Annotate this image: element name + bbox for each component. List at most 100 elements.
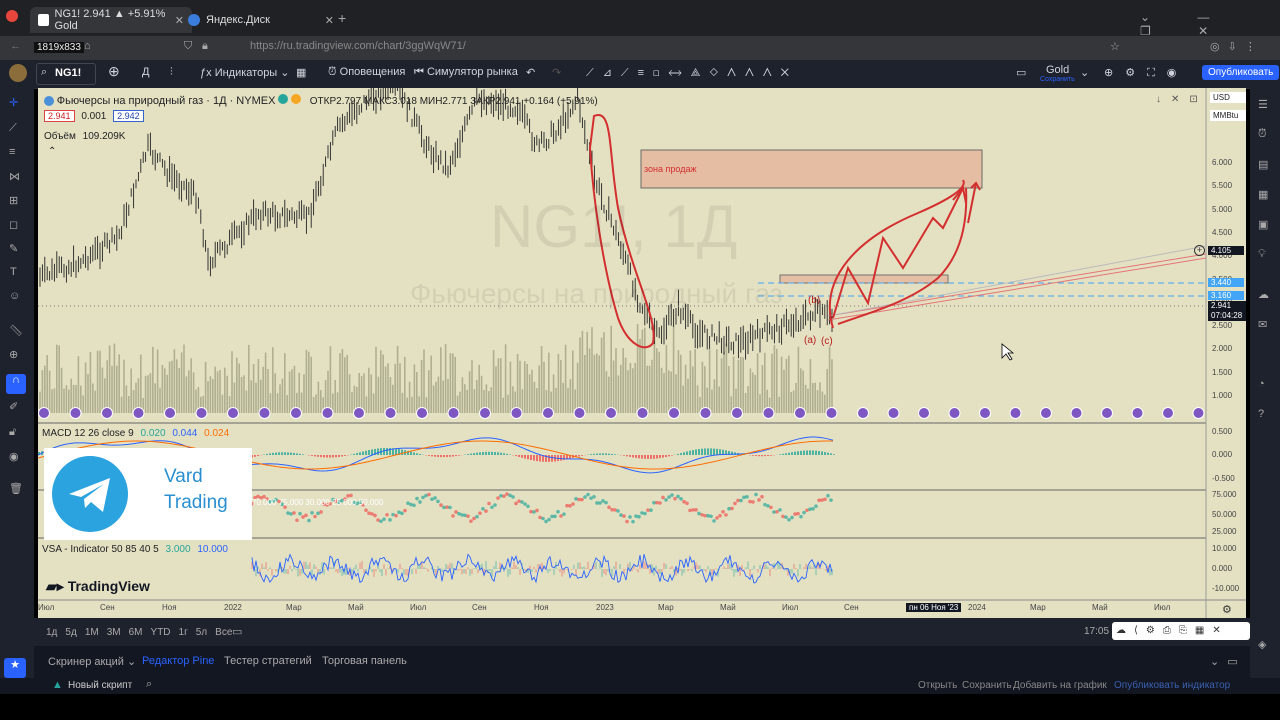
news-icon[interactable]: ▦ xyxy=(1258,188,1268,201)
emoji-icon[interactable]: ☺ xyxy=(9,290,20,302)
volume-bar xyxy=(63,388,65,413)
lock-drawings-icon[interactable]: 🔓︎ xyxy=(9,426,16,439)
compare-icon[interactable]: ⊕ xyxy=(108,63,120,80)
rsi-dot xyxy=(475,514,479,519)
notifications-icon[interactable]: ◔ xyxy=(1258,378,1265,390)
hide-drawings-icon[interactable]: ◉ xyxy=(9,450,19,463)
chart-type-icon[interactable]: ⫶ xyxy=(170,66,173,79)
publish-button[interactable]: Опубликовать xyxy=(1202,65,1280,80)
range-button[interactable]: 1д xyxy=(46,627,57,638)
header-tools-icons[interactable]: ⊕⚙⛶◉ xyxy=(1104,66,1188,80)
volume-bar xyxy=(728,366,730,413)
streams-icon[interactable]: ☁ xyxy=(1258,288,1269,301)
panel-tab-pine-editor[interactable]: Редактор Pine xyxy=(142,655,214,667)
panel-controls[interactable]: ⌄▭ xyxy=(1210,655,1246,668)
panel-tab-screener[interactable]: Скринер акций ⌄ xyxy=(48,655,136,668)
range-button[interactable]: 1М xyxy=(85,627,99,638)
pane-controls[interactable]: ↓✕⊡ xyxy=(1156,94,1208,105)
open-button[interactable]: Открыть xyxy=(918,680,957,691)
ask-button[interactable]: 2.942 xyxy=(113,110,144,122)
add-to-chart-button[interactable]: Добавить на график xyxy=(1013,680,1107,691)
help-icon[interactable]: ? xyxy=(1258,408,1264,420)
floating-toolbar[interactable]: ☁⟨⚙⎙⎘▦✕ xyxy=(1112,622,1250,640)
calendar-icon[interactable]: ▣ xyxy=(1258,218,1268,231)
data-window-icon[interactable]: ▤ xyxy=(1258,158,1268,171)
zoom-icon[interactable]: ⊕ xyxy=(9,348,18,361)
volume-legend[interactable]: Объём 109.209K xyxy=(44,131,125,142)
resistance-box[interactable] xyxy=(779,274,949,284)
layout-name[interactable]: Gold xyxy=(1046,64,1069,76)
symbol-search[interactable]: ⌕ NG1! xyxy=(36,63,96,85)
save-button[interactable]: Сохранить xyxy=(962,680,1012,691)
bid-ask[interactable]: 2.941 0.001 2.942 xyxy=(44,110,144,122)
bid-button[interactable]: 2.941 xyxy=(44,110,75,122)
range-button[interactable]: YTD xyxy=(151,627,171,638)
templates-icon[interactable]: ▦ xyxy=(296,66,306,79)
pattern-icon[interactable]: ⋈ xyxy=(9,170,20,183)
fib-icon[interactable]: ≡ xyxy=(9,146,15,158)
new-script-button[interactable]: Новый скрипт xyxy=(68,680,132,691)
tab-tradingview[interactable]: NG1! 2.941 ▲ +5.91% Gold ✕ xyxy=(30,7,192,33)
close-icon[interactable]: ✕ xyxy=(325,14,334,27)
url-field[interactable]: https://ru.tradingview.com/chart/3ggWqW7… xyxy=(250,40,466,52)
trash-icon[interactable]: 🗑︎ xyxy=(9,482,23,495)
ruler-icon[interactable]: 📏︎ xyxy=(9,324,23,337)
add-alert-plus-icon[interactable]: + xyxy=(1194,245,1205,256)
tab-yandex-disk[interactable]: Яндекс.Диск ✕ xyxy=(180,7,342,33)
redo-icon[interactable]: ↷ xyxy=(552,66,561,79)
projection-icon[interactable]: ⊞ xyxy=(9,194,18,207)
range-button[interactable]: Все xyxy=(215,627,232,638)
macd-legend[interactable]: MACD 12 26 close 9 0.020 0.044 0.024 xyxy=(42,428,229,439)
volume-bar xyxy=(382,354,384,413)
indicators-button[interactable]: ƒx Индикаторы ⌄ xyxy=(200,66,290,79)
home-icon[interactable]: ⌂ xyxy=(84,40,91,52)
collapse-legend-icon[interactable]: ⌃ xyxy=(48,146,56,157)
magnet-icon[interactable]: ∩ xyxy=(6,374,26,394)
range-button[interactable]: 1г xyxy=(179,627,188,638)
brush-icon[interactable]: ✎ xyxy=(9,242,18,255)
chats-icon[interactable]: ✉ xyxy=(1258,318,1267,331)
date-range-icon[interactable]: ▭ xyxy=(232,625,242,638)
vsa-legend[interactable]: VSA - Indicator 50 85 40 5 3.000 10.000 xyxy=(42,544,228,555)
shapes-icon[interactable]: ◻ xyxy=(9,218,18,231)
layout-save-status[interactable]: Сохранить xyxy=(1040,76,1075,83)
panel-tab-strategy-tester[interactable]: Тестер стратегий xyxy=(224,655,312,667)
browser-menu-icon[interactable] xyxy=(6,10,18,22)
bookmark-star-icon[interactable]: ☆ xyxy=(1110,40,1120,53)
symbol-legend[interactable]: Фьючерсы на природный газ · 1Д · NYMEX О… xyxy=(44,94,598,107)
layout-dropdown-icon[interactable]: ⌄ xyxy=(1080,66,1089,79)
interval-button[interactable]: Д xyxy=(142,66,149,78)
replay-button[interactable]: ⏮ Симулятор рынка xyxy=(414,66,518,79)
chart-settings-icon[interactable]: ⚙ xyxy=(1222,603,1232,616)
publish-indicator-button[interactable]: Опубликовать индикатор xyxy=(1114,680,1230,691)
new-tab-icon[interactable]: + xyxy=(338,10,346,26)
layout-icon[interactable]: ▭ xyxy=(1016,66,1026,79)
alerts-icon[interactable]: ⏰︎ xyxy=(1258,128,1267,141)
crosshair-icon[interactable]: ✛ xyxy=(9,96,18,109)
range-button[interactable]: 5л xyxy=(196,627,207,638)
volume-bar xyxy=(713,379,716,413)
range-button[interactable]: 6М xyxy=(129,627,143,638)
text-icon[interactable]: T xyxy=(10,266,17,278)
unit-selector[interactable]: MMBtu xyxy=(1210,110,1246,121)
range-button[interactable]: 3М xyxy=(107,627,121,638)
extensions-icons[interactable]: ◎⇩⋮ xyxy=(1210,40,1264,53)
panel-tab-trading-panel[interactable]: Торговая панель xyxy=(322,655,407,667)
volume-bar xyxy=(348,374,351,413)
event-marker-icon xyxy=(321,407,334,419)
favorites-icon[interactable]: ★ xyxy=(4,658,26,678)
range-button[interactable]: 5д xyxy=(65,627,76,638)
ideas-icon[interactable]: 💡︎ xyxy=(1258,248,1266,261)
stay-drawing-icon[interactable]: ✐ xyxy=(9,400,18,413)
avatar[interactable] xyxy=(9,64,27,82)
search-icon[interactable]: ⌕ xyxy=(146,678,152,691)
trendline-icon[interactable]: ⟋ xyxy=(9,122,17,135)
time-axis-label: пн 06 Ноя '23 xyxy=(906,603,962,612)
alerts-button[interactable]: ⏰︎ Оповещения xyxy=(328,66,405,79)
drawing-favorites-toolbar[interactable]: ⟋⊿⟋≡◻⟷⟁◇⋀⋀⋀✕ xyxy=(586,66,798,80)
currency-selector[interactable]: USD xyxy=(1210,92,1246,103)
back-icon[interactable]: ← xyxy=(10,40,21,52)
watchlist-icon[interactable]: ☰ xyxy=(1258,98,1268,111)
layers-icon[interactable]: ◈ xyxy=(1258,638,1266,651)
undo-icon[interactable]: ↶ xyxy=(526,66,535,79)
